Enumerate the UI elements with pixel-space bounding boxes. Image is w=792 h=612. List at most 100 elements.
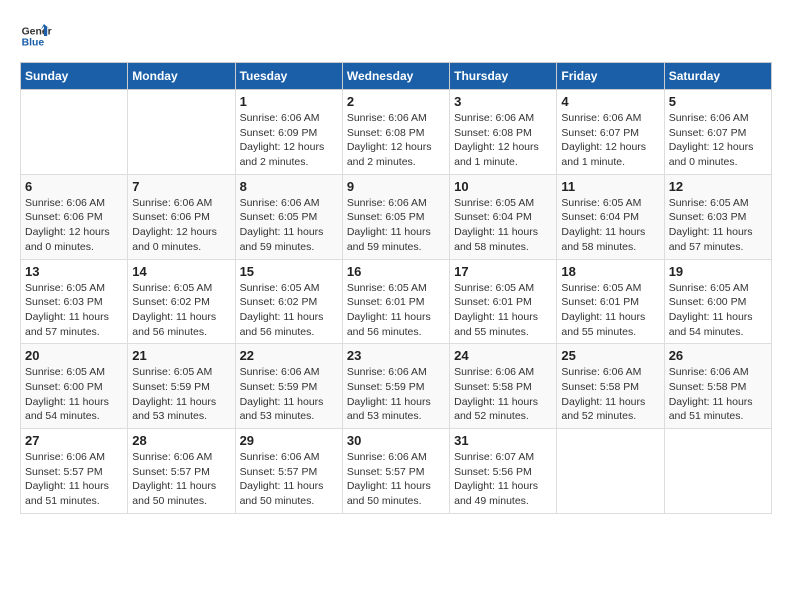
day-info: Sunrise: 6:05 AM Sunset: 6:00 PM Dayligh… bbox=[25, 365, 123, 424]
day-info: Sunrise: 6:06 AM Sunset: 5:59 PM Dayligh… bbox=[347, 365, 445, 424]
svg-text:Blue: Blue bbox=[22, 38, 45, 49]
day-info: Sunrise: 6:05 AM Sunset: 6:00 PM Dayligh… bbox=[669, 281, 767, 340]
calendar-cell: 18Sunrise: 6:05 AM Sunset: 6:01 PM Dayli… bbox=[557, 259, 664, 344]
day-number: 4 bbox=[561, 94, 659, 109]
header-friday: Friday bbox=[557, 63, 664, 90]
day-number: 14 bbox=[132, 264, 230, 279]
day-number: 18 bbox=[561, 264, 659, 279]
header-row: SundayMondayTuesdayWednesdayThursdayFrid… bbox=[21, 63, 772, 90]
calendar-cell: 22 Sunrise: 6:06 AM Sunset: 5:59 PM Dayli… bbox=[235, 344, 342, 429]
day-number: 27 bbox=[25, 433, 123, 448]
day-info: Sunrise: 6:06 AM Sunset: 6:08 PM Dayligh… bbox=[454, 111, 552, 170]
calendar-cell: 13 Sunrise: 6:05 AM Sunset: 6:03 PM Dayli… bbox=[21, 259, 128, 344]
day-number: 2 bbox=[347, 94, 445, 109]
day-info: Sunrise: 6:06 AM Sunset: 5:57 PM Dayligh… bbox=[347, 450, 445, 509]
day-info: Sunrise: 6:06 AM Sunset: 6:07 PM Dayligh… bbox=[669, 111, 767, 170]
header-thursday: Thursday bbox=[450, 63, 557, 90]
day-info: Sunrise: 6:06 AM Sunset: 6:06 PM Dayligh… bbox=[132, 196, 230, 255]
day-info: Sunrise: 6:06 AM Sunset: 5:58 PM Dayligh… bbox=[669, 365, 767, 424]
day-number: 31 bbox=[454, 433, 552, 448]
day-number: 20 bbox=[25, 348, 123, 363]
day-number: 19 bbox=[669, 264, 767, 279]
day-number: 10 bbox=[454, 179, 552, 194]
calendar-cell: 5 Sunrise: 6:06 AM Sunset: 6:07 PM Daylig… bbox=[664, 90, 771, 175]
calendar-cell: 6 Sunrise: 6:06 AM Sunset: 6:06 PM Daylig… bbox=[21, 174, 128, 259]
day-number: 12 bbox=[669, 179, 767, 194]
day-number: 23 bbox=[347, 348, 445, 363]
day-info: Sunrise: 6:05 AM Sunset: 6:04 PM Dayligh… bbox=[561, 196, 659, 255]
calendar-cell: 17Sunrise: 6:05 AM Sunset: 6:01 PM Dayli… bbox=[450, 259, 557, 344]
header-wednesday: Wednesday bbox=[342, 63, 449, 90]
day-number: 11 bbox=[561, 179, 659, 194]
day-info: Sunrise: 6:06 AM Sunset: 5:57 PM Dayligh… bbox=[25, 450, 123, 509]
header-sunday: Sunday bbox=[21, 63, 128, 90]
calendar-cell: 14 Sunrise: 6:05 AM Sunset: 6:02 PM Dayli… bbox=[128, 259, 235, 344]
day-number: 24 bbox=[454, 348, 552, 363]
day-number: 5 bbox=[669, 94, 767, 109]
calendar-cell: 16Sunrise: 6:05 AM Sunset: 6:01 PM Dayli… bbox=[342, 259, 449, 344]
calendar-cell: 8 Sunrise: 6:06 AM Sunset: 6:05 PM Daylig… bbox=[235, 174, 342, 259]
day-info: Sunrise: 6:05 AM Sunset: 6:03 PM Dayligh… bbox=[669, 196, 767, 255]
day-info: Sunrise: 6:06 AM Sunset: 6:06 PM Dayligh… bbox=[25, 196, 123, 255]
calendar-cell bbox=[21, 90, 128, 175]
day-number: 22 bbox=[240, 348, 338, 363]
calendar-cell: 10 Sunrise: 6:05 AM Sunset: 6:04 PM Dayli… bbox=[450, 174, 557, 259]
calendar-cell: 29 Sunrise: 6:06 AM Sunset: 5:57 PM Dayli… bbox=[235, 429, 342, 514]
page-header: General Blue bbox=[20, 20, 772, 52]
header-monday: Monday bbox=[128, 63, 235, 90]
day-info: Sunrise: 6:06 AM Sunset: 6:05 PM Dayligh… bbox=[240, 196, 338, 255]
day-number: 21 bbox=[132, 348, 230, 363]
day-number: 13 bbox=[25, 264, 123, 279]
calendar-cell: 3 Sunrise: 6:06 AM Sunset: 6:08 PM Daylig… bbox=[450, 90, 557, 175]
day-info: Sunrise: 6:05 AM Sunset: 6:02 PM Dayligh… bbox=[132, 281, 230, 340]
week-row-3: 13 Sunrise: 6:05 AM Sunset: 6:03 PM Dayli… bbox=[21, 259, 772, 344]
calendar-cell: 12 Sunrise: 6:05 AM Sunset: 6:03 PM Dayli… bbox=[664, 174, 771, 259]
day-info: Sunrise: 6:05 AM Sunset: 6:04 PM Dayligh… bbox=[454, 196, 552, 255]
day-number: 3 bbox=[454, 94, 552, 109]
calendar-cell: 4Sunrise: 6:06 AM Sunset: 6:07 PM Daylig… bbox=[557, 90, 664, 175]
day-info: Sunrise: 6:06 AM Sunset: 5:57 PM Dayligh… bbox=[132, 450, 230, 509]
day-info: Sunrise: 6:06 AM Sunset: 6:05 PM Dayligh… bbox=[347, 196, 445, 255]
day-info: Sunrise: 6:05 AM Sunset: 6:03 PM Dayligh… bbox=[25, 281, 123, 340]
day-number: 7 bbox=[132, 179, 230, 194]
week-row-5: 27 Sunrise: 6:06 AM Sunset: 5:57 PM Dayli… bbox=[21, 429, 772, 514]
calendar-cell: 24 Sunrise: 6:06 AM Sunset: 5:58 PM Dayli… bbox=[450, 344, 557, 429]
week-row-1: 1Sunrise: 6:06 AM Sunset: 6:09 PM Daylig… bbox=[21, 90, 772, 175]
calendar-cell: 15Sunrise: 6:05 AM Sunset: 6:02 PM Dayli… bbox=[235, 259, 342, 344]
day-number: 28 bbox=[132, 433, 230, 448]
day-number: 26 bbox=[669, 348, 767, 363]
day-info: Sunrise: 6:06 AM Sunset: 5:57 PM Dayligh… bbox=[240, 450, 338, 509]
calendar-cell: 28 Sunrise: 6:06 AM Sunset: 5:57 PM Dayli… bbox=[128, 429, 235, 514]
day-number: 29 bbox=[240, 433, 338, 448]
calendar-cell: 23 Sunrise: 6:06 AM Sunset: 5:59 PM Dayli… bbox=[342, 344, 449, 429]
calendar-cell bbox=[664, 429, 771, 514]
day-info: Sunrise: 6:06 AM Sunset: 6:08 PM Dayligh… bbox=[347, 111, 445, 170]
logo-icon: General Blue bbox=[20, 20, 52, 52]
calendar-cell: 11 Sunrise: 6:05 AM Sunset: 6:04 PM Dayli… bbox=[557, 174, 664, 259]
day-info: Sunrise: 6:06 AM Sunset: 5:58 PM Dayligh… bbox=[454, 365, 552, 424]
day-number: 8 bbox=[240, 179, 338, 194]
calendar-cell: 7 Sunrise: 6:06 AM Sunset: 6:06 PM Daylig… bbox=[128, 174, 235, 259]
calendar-cell: 19 Sunrise: 6:05 AM Sunset: 6:00 PM Dayli… bbox=[664, 259, 771, 344]
day-number: 25 bbox=[561, 348, 659, 363]
day-number: 6 bbox=[25, 179, 123, 194]
week-row-4: 20 Sunrise: 6:05 AM Sunset: 6:00 PM Dayli… bbox=[21, 344, 772, 429]
calendar-cell: 26 Sunrise: 6:06 AM Sunset: 5:58 PM Dayli… bbox=[664, 344, 771, 429]
day-info: Sunrise: 6:06 AM Sunset: 5:58 PM Dayligh… bbox=[561, 365, 659, 424]
calendar-cell: 31 Sunrise: 6:07 AM Sunset: 5:56 PM Dayli… bbox=[450, 429, 557, 514]
day-number: 9 bbox=[347, 179, 445, 194]
day-info: Sunrise: 6:07 AM Sunset: 5:56 PM Dayligh… bbox=[454, 450, 552, 509]
calendar-cell bbox=[557, 429, 664, 514]
header-tuesday: Tuesday bbox=[235, 63, 342, 90]
svg-text:General: General bbox=[22, 26, 52, 37]
header-saturday: Saturday bbox=[664, 63, 771, 90]
calendar-cell: 20 Sunrise: 6:05 AM Sunset: 6:00 PM Dayli… bbox=[21, 344, 128, 429]
day-number: 16 bbox=[347, 264, 445, 279]
calendar-cell: 2 Sunrise: 6:06 AM Sunset: 6:08 PM Daylig… bbox=[342, 90, 449, 175]
logo: General Blue bbox=[20, 20, 52, 52]
day-info: Sunrise: 6:06 AM Sunset: 5:59 PM Dayligh… bbox=[240, 365, 338, 424]
day-number: 15 bbox=[240, 264, 338, 279]
calendar-cell bbox=[128, 90, 235, 175]
calendar-cell: 9 Sunrise: 6:06 AM Sunset: 6:05 PM Daylig… bbox=[342, 174, 449, 259]
calendar-header: SundayMondayTuesdayWednesdayThursdayFrid… bbox=[21, 63, 772, 90]
